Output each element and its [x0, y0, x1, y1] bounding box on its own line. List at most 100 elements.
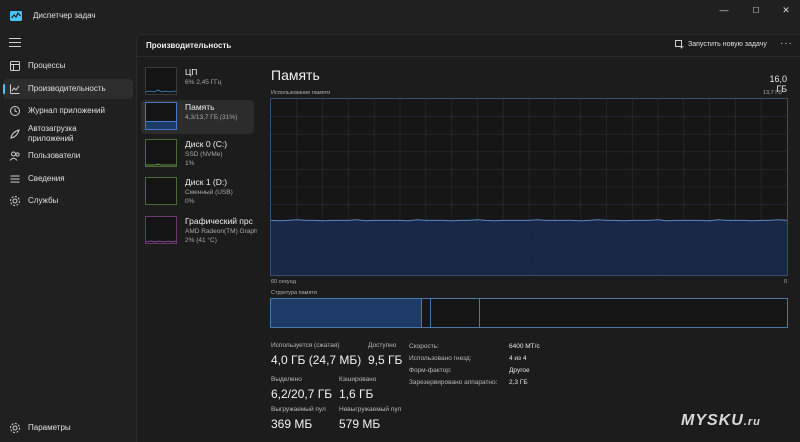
nav-item-startup[interactable]: Автозагрузка приложений: [3, 124, 133, 144]
disk0-thumbnail: [145, 139, 177, 167]
users-icon: [9, 151, 20, 161]
structure-modified: [422, 299, 431, 327]
nav-label: Сведения: [28, 174, 65, 183]
processes-icon: [10, 61, 20, 71]
disk1-thumbnail: [145, 177, 177, 205]
app-history-icon: [10, 106, 20, 116]
in-use-label: Используется (сжатая): [271, 342, 340, 349]
main-panel: Производительность Запустить новую задач…: [136, 34, 800, 442]
prop-slots-label: Использовано гнезд:: [409, 355, 472, 362]
run-new-task-button[interactable]: Запустить новую задачу: [675, 40, 767, 49]
startup-icon: [10, 129, 20, 139]
nav-label-line1: Автозагрузка: [28, 124, 77, 133]
available-label: Доступно: [368, 342, 397, 349]
nav-label: Пользователи: [28, 151, 81, 160]
settings-gear-icon: [10, 423, 20, 433]
nav-item-services[interactable]: Службы: [3, 191, 133, 211]
cpu-sparkline: [146, 89, 176, 93]
run-task-label: Запустить новую задачу: [688, 41, 767, 48]
task-manager-icon: [10, 11, 22, 21]
more-options-button[interactable]: ···: [780, 38, 793, 49]
prop-reserved-label: Зарезервировано аппаратно:: [409, 379, 498, 386]
maximize-button[interactable]: ☐: [741, 0, 771, 20]
prop-speed-value: 6400 МТ/с: [509, 343, 540, 350]
memory-usage-graph: [270, 98, 788, 276]
device-sub: SSD (NVMe): [185, 151, 223, 158]
device-sub2: 0%: [185, 198, 195, 205]
cached-label: Кэшировано: [339, 376, 377, 383]
page-title: Производительность: [146, 41, 232, 50]
usage-graph-label: Использование памяти: [271, 90, 331, 96]
paged-pool-label: Выгружаемый пул: [271, 406, 326, 413]
structure-in-use: [271, 299, 423, 327]
cpu-thumbnail: [145, 67, 177, 95]
nav-item-performance[interactable]: Производительность: [3, 79, 133, 99]
device-sub2: 1%: [185, 160, 195, 167]
device-sub: Сменный (USB): [185, 189, 233, 196]
structure-standby: [430, 299, 480, 327]
committed-label: Выделено: [271, 376, 302, 383]
nav-label: Журнал приложений: [28, 106, 105, 115]
nav-item-details[interactable]: Сведения: [3, 169, 133, 189]
detail-title: Память: [271, 67, 320, 83]
device-sub: 4,3/13,7 ГБ (31%): [185, 114, 238, 121]
device-gpu[interactable]: Графический прс AMD Radeon(TM) Graphics …: [141, 214, 257, 248]
nav-item-settings[interactable]: Параметры: [3, 418, 133, 438]
prop-form-factor-label: Форм-фактор:: [409, 367, 452, 374]
window-title: Диспетчер задач: [33, 11, 96, 20]
structure-label: Структура памяти: [271, 290, 318, 296]
prop-reserved-value: 2,3 ГБ: [509, 379, 528, 386]
graph-time-right: 0: [784, 279, 788, 285]
memory-usage-chart: [270, 99, 788, 275]
title-bar: Диспетчер задач — ☐ ✕: [0, 0, 800, 34]
cached-value: 1,6 ГБ: [339, 387, 374, 401]
device-name: Диск 0 (C:): [185, 139, 228, 149]
paged-pool-value: 369 МБ: [271, 417, 313, 431]
prop-form-factor-value: Другое: [509, 367, 530, 374]
nav-item-users[interactable]: Пользователи: [3, 146, 133, 166]
device-memory[interactable]: Память 4,3/13,7 ГБ (31%): [141, 100, 254, 134]
committed-value: 6,2/20,7 ГБ: [271, 387, 333, 401]
details-icon: [10, 175, 20, 183]
device-disk-0[interactable]: Диск 0 (C:) SSD (NVMe) 1%: [141, 137, 254, 171]
watermark: MYSKU.ru: [681, 412, 761, 430]
memory-structure-bar: [270, 298, 788, 328]
device-cpu[interactable]: ЦП 6% 2,45 ГГц: [141, 65, 254, 99]
close-button[interactable]: ✕: [771, 0, 800, 20]
nav-label: Процессы: [28, 61, 66, 70]
memory-thumbnail: [145, 102, 177, 130]
device-sub2: 2% (41 °C): [185, 237, 217, 244]
device-name: Диск 1 (D:): [185, 177, 228, 187]
usage-graph-max: 13,7 ГБ: [763, 90, 782, 96]
gpu-sparkline: [146, 240, 176, 243]
hamburger-menu-icon[interactable]: [9, 38, 21, 48]
graph-time-left: 60 секунд: [271, 279, 296, 285]
nonpaged-pool-value: 579 МБ: [339, 417, 381, 431]
device-disk-1[interactable]: Диск 1 (D:) Сменный (USB) 0%: [141, 175, 254, 209]
run-task-icon: [675, 40, 684, 49]
prop-slots-value: 4 из 4: [509, 355, 527, 362]
gear-icon: [10, 196, 20, 206]
watermark-suffix: .ru: [743, 416, 761, 428]
device-name: Память: [185, 102, 215, 112]
minimize-button[interactable]: —: [709, 0, 739, 20]
nav-item-app-history[interactable]: Журнал приложений: [3, 101, 133, 121]
active-indicator: [3, 84, 5, 94]
memory-thumb-fill: [146, 120, 176, 129]
watermark-text: MYSKU: [681, 412, 744, 429]
nonpaged-pool-label: Невыгружаемый пул: [339, 406, 402, 413]
device-name: ЦП: [185, 67, 198, 77]
navigation-pane: Процессы Производительность Журнал прило…: [0, 34, 136, 442]
device-sub: 6% 2,45 ГГц: [185, 79, 222, 86]
gpu-thumbnail: [145, 216, 177, 244]
performance-icon: [10, 84, 20, 94]
disk0-sparkline: [146, 163, 176, 166]
nav-label: Автозагрузка приложений: [28, 124, 77, 144]
available-value: 9,5 ГБ: [368, 353, 403, 367]
nav-item-processes[interactable]: Процессы: [3, 56, 133, 76]
usage-area: [271, 219, 787, 275]
prop-speed-label: Скорость:: [409, 343, 439, 350]
device-sub: AMD Radeon(TM) Graphics: [185, 228, 257, 235]
nav-label: Службы: [28, 196, 59, 205]
nav-label: Производительность: [28, 84, 106, 93]
